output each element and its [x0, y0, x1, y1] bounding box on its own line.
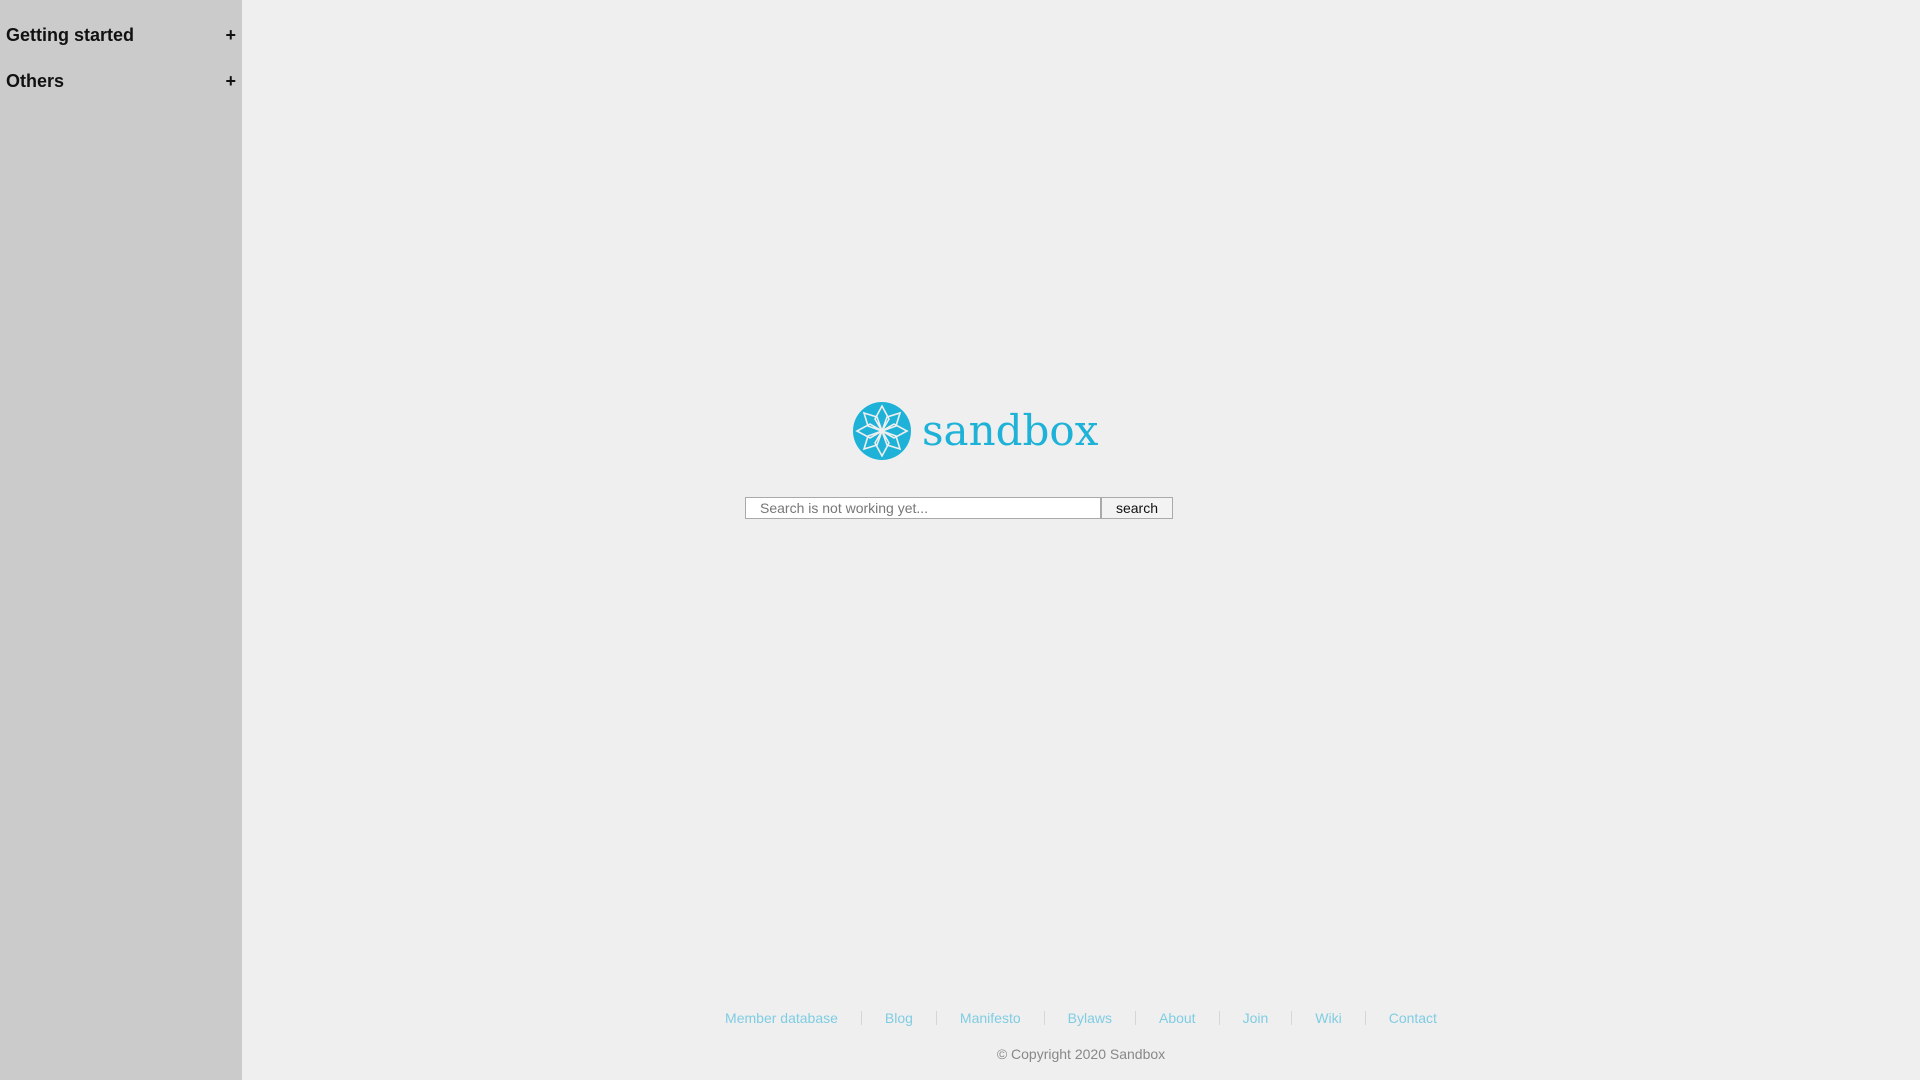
footer-link-about[interactable]: About	[1136, 1010, 1219, 1026]
footer-link-blog[interactable]: Blog	[862, 1010, 936, 1026]
logo-wordmark: sandbox	[922, 406, 1099, 455]
expand-plus-icon[interactable]: +	[225, 25, 236, 46]
sidebar-item-others[interactable]: Others +	[0, 58, 242, 104]
sandbox-flower-logo-icon	[853, 402, 911, 460]
sidebar: Getting started + Others +	[0, 0, 242, 1080]
sidebar-item-label: Getting started	[6, 24, 135, 45]
copyright-text: © Copyright 2020 Sandbox	[996, 1046, 1166, 1062]
footer-link-wiki[interactable]: Wiki	[1292, 1010, 1364, 1026]
footer-link-join[interactable]: Join	[1220, 1010, 1292, 1026]
expand-plus-icon[interactable]: +	[225, 71, 236, 92]
search-form: search	[745, 497, 1173, 519]
search-input[interactable]	[745, 497, 1101, 519]
footer-link-bylaws[interactable]: Bylaws	[1045, 1010, 1135, 1026]
footer-nav: Member database Blog Manifesto Bylaws Ab…	[242, 1010, 1920, 1026]
sidebar-item-label: Others	[6, 70, 65, 91]
footer-link-contact[interactable]: Contact	[1366, 1010, 1460, 1026]
search-button[interactable]: search	[1101, 497, 1173, 519]
footer-link-member-database[interactable]: Member database	[702, 1010, 861, 1026]
footer-link-manifesto[interactable]: Manifesto	[937, 1010, 1044, 1026]
main-content: sandbox search Member database Blog Mani…	[242, 0, 1920, 1080]
site-logo[interactable]: sandbox	[852, 399, 1098, 463]
sidebar-item-getting-started[interactable]: Getting started +	[0, 12, 242, 58]
